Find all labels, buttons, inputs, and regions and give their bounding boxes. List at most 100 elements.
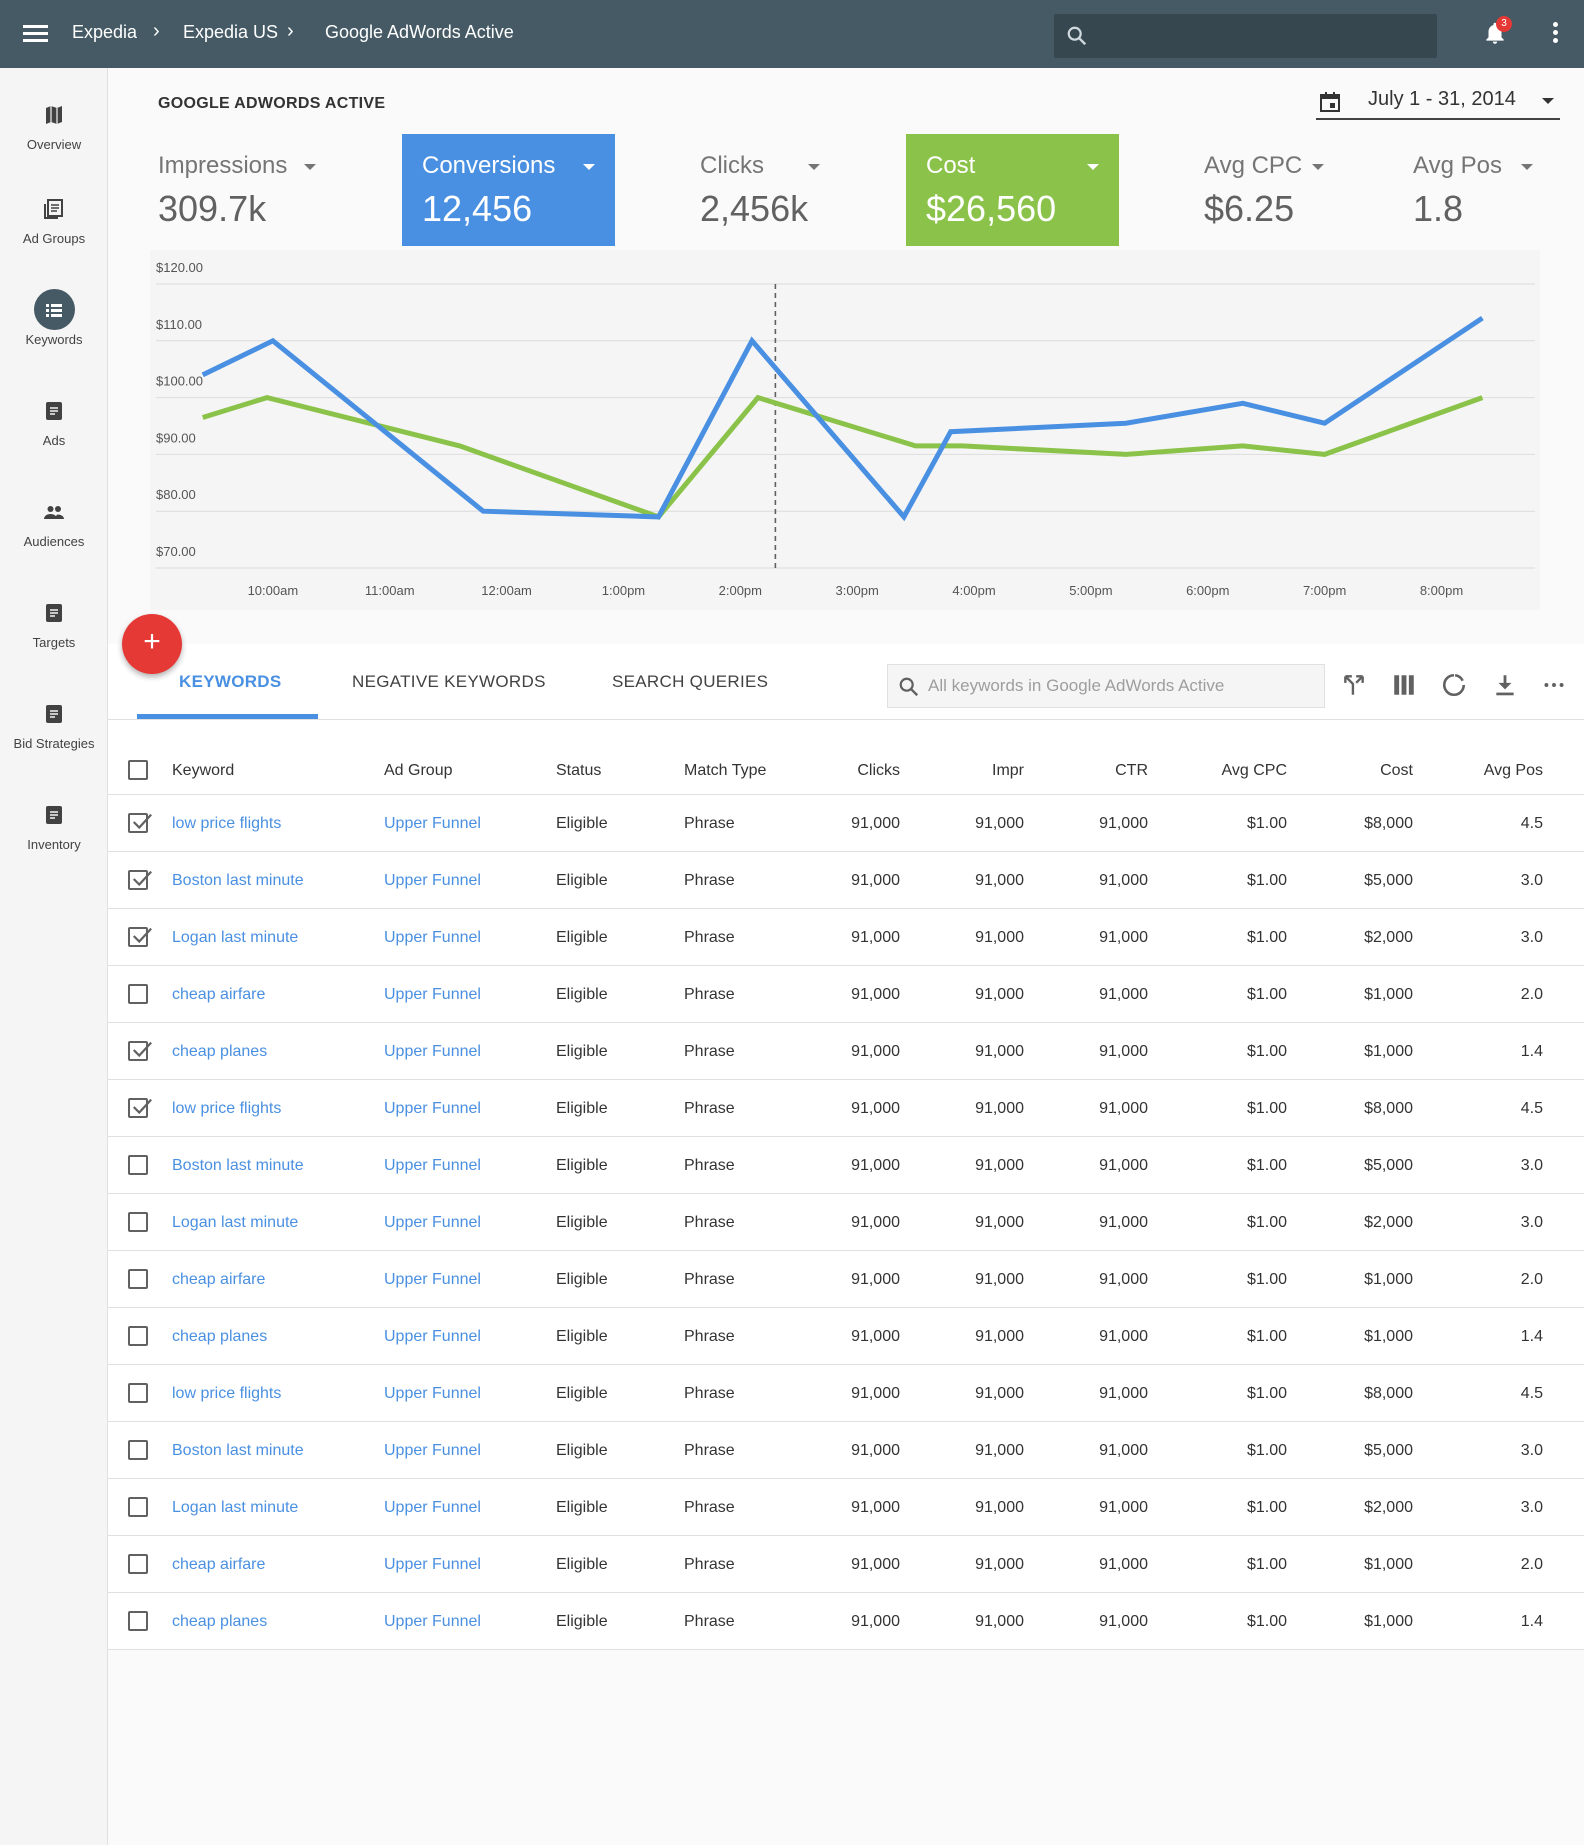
filter-icon[interactable]	[1341, 672, 1367, 698]
ad-group-link[interactable]: Upper Funnel	[384, 1328, 481, 1346]
sidebar-item-overview[interactable]: Overview	[0, 103, 108, 193]
tab-search-queries[interactable]: SEARCH QUERIES	[612, 672, 768, 692]
keyword-link[interactable]: cheap planes	[172, 1043, 267, 1061]
table-row[interactable]: cheap airfare Upper Funnel Eligible Phrase 9…	[108, 1251, 1584, 1308]
ad-group-link[interactable]: Upper Funnel	[384, 1043, 481, 1061]
table-row[interactable]: Boston last minute Upper Funnel Eligible Ph…	[108, 852, 1584, 909]
ad-group-link[interactable]: Upper Funnel	[384, 1385, 481, 1403]
sidebar-item-ads[interactable]: Ads	[0, 399, 108, 489]
metric-conversions[interactable]: Conversions 12,456	[402, 134, 615, 246]
keyword-link[interactable]: Logan last minute	[172, 1499, 298, 1517]
sidebar-item-keywords[interactable]: Keywords	[0, 289, 108, 388]
row-checkbox[interactable]	[128, 1269, 148, 1289]
keyword-link[interactable]: low price flights	[172, 1385, 281, 1403]
table-row[interactable]: low price flights Upper Funnel Eligible Phr…	[108, 795, 1584, 852]
row-checkbox[interactable]	[128, 1326, 148, 1346]
sidebar-item-bid-strategies[interactable]: Bid Strategies	[0, 702, 108, 792]
column-header-match-type[interactable]: Match Type	[684, 762, 766, 780]
row-checkbox[interactable]	[128, 927, 152, 947]
ad-group-link[interactable]: Upper Funnel	[384, 1442, 481, 1460]
row-checkbox[interactable]	[128, 1212, 148, 1232]
breadcrumb-item-expedia-us[interactable]: Expedia US	[183, 22, 278, 43]
refresh-icon[interactable]	[1441, 672, 1467, 698]
table-row[interactable]: cheap planes Upper Funnel Eligible Phrase 91…	[108, 1593, 1584, 1650]
column-header-avg-pos[interactable]: Avg Pos	[1484, 762, 1543, 780]
menu-icon[interactable]	[23, 25, 48, 43]
keyword-search-field[interactable]	[887, 664, 1325, 708]
sidebar-item-ad-groups[interactable]: Ad Groups	[0, 197, 108, 287]
keyword-link[interactable]: low price flights	[172, 1100, 281, 1118]
ad-group-link[interactable]: Upper Funnel	[384, 1499, 481, 1517]
table-row[interactable]: cheap planes Upper Funnel Eligible Phrase 91…	[108, 1308, 1584, 1365]
select-all-checkbox[interactable]	[128, 760, 148, 780]
more-horizontal-icon[interactable]	[1541, 672, 1567, 698]
column-header-clicks[interactable]: Clicks	[857, 762, 900, 780]
ad-group-link[interactable]: Upper Funnel	[384, 1613, 481, 1631]
row-checkbox[interactable]	[128, 1440, 148, 1460]
keyword-search-input[interactable]	[928, 673, 1318, 699]
ad-group-link[interactable]: Upper Funnel	[384, 1556, 481, 1574]
table-row[interactable]: Boston last minute Upper Funnel Eligible Ph…	[108, 1137, 1584, 1194]
ad-group-link[interactable]: Upper Funnel	[384, 1157, 481, 1175]
date-range-picker[interactable]: July 1 - 31, 2014	[1316, 84, 1560, 120]
row-checkbox[interactable]	[128, 1497, 148, 1517]
keyword-link[interactable]: Boston last minute	[172, 1442, 304, 1460]
keyword-link[interactable]: Boston last minute	[172, 872, 304, 890]
row-checkbox[interactable]	[128, 1098, 152, 1118]
tab-negative-keywords[interactable]: NEGATIVE KEYWORDS	[352, 672, 546, 692]
metric-avg-pos[interactable]: Avg Pos 1.8	[1393, 134, 1553, 246]
ad-group-link[interactable]: Upper Funnel	[384, 815, 481, 833]
table-row[interactable]: cheap airfare Upper Funnel Eligible Phrase 9…	[108, 966, 1584, 1023]
table-row[interactable]: Logan last minute Upper Funnel Eligible Phr…	[108, 909, 1584, 966]
table-row[interactable]: low price flights Upper Funnel Eligible Phr…	[108, 1365, 1584, 1422]
download-icon[interactable]	[1492, 672, 1518, 698]
column-header-ad-group[interactable]: Ad Group	[384, 762, 452, 780]
keyword-link[interactable]: Logan last minute	[172, 929, 298, 947]
column-header-impr[interactable]: Impr	[992, 762, 1024, 780]
row-checkbox[interactable]	[128, 984, 148, 1004]
ad-group-link[interactable]: Upper Funnel	[384, 1271, 481, 1289]
keyword-link[interactable]: cheap planes	[172, 1613, 267, 1631]
column-header-status[interactable]: Status	[556, 762, 601, 780]
keyword-link[interactable]: Boston last minute	[172, 1157, 304, 1175]
table-row[interactable]: Logan last minute Upper Funnel Eligible Phr…	[108, 1479, 1584, 1536]
ad-group-link[interactable]: Upper Funnel	[384, 1214, 481, 1232]
row-checkbox[interactable]	[128, 1383, 148, 1403]
row-checkbox[interactable]	[128, 813, 152, 833]
breadcrumb-item-expedia[interactable]: Expedia	[72, 22, 137, 43]
columns-icon[interactable]	[1391, 672, 1417, 698]
metric-avg-cpc[interactable]: Avg CPC $6.25	[1184, 134, 1397, 246]
column-header-avg-cpc[interactable]: Avg CPC	[1221, 762, 1287, 780]
keyword-link[interactable]: Logan last minute	[172, 1214, 298, 1232]
row-checkbox[interactable]	[128, 1155, 148, 1175]
ad-group-link[interactable]: Upper Funnel	[384, 986, 481, 1004]
ad-group-link[interactable]: Upper Funnel	[384, 872, 481, 890]
ad-group-link[interactable]: Upper Funnel	[384, 929, 481, 947]
keyword-link[interactable]: cheap airfare	[172, 1556, 265, 1574]
column-header-ctr[interactable]: CTR	[1115, 762, 1148, 780]
ad-group-link[interactable]: Upper Funnel	[384, 1100, 481, 1118]
sidebar-item-targets[interactable]: Targets	[0, 601, 108, 691]
keyword-link[interactable]: cheap airfare	[172, 986, 265, 1004]
column-header-keyword[interactable]: Keyword	[172, 762, 234, 780]
metric-impressions[interactable]: Impressions 309.7k	[138, 134, 351, 246]
table-row[interactable]: cheap airfare Upper Funnel Eligible Phrase 9…	[108, 1536, 1584, 1593]
row-checkbox[interactable]	[128, 870, 152, 890]
row-checkbox[interactable]	[128, 1041, 152, 1061]
metric-cost[interactable]: Cost $26,560	[906, 134, 1119, 246]
sidebar-item-audiences[interactable]: Audiences	[0, 500, 108, 590]
keyword-link[interactable]: cheap airfare	[172, 1271, 265, 1289]
add-fab-button[interactable]: +	[122, 614, 182, 674]
table-row[interactable]: Boston last minute Upper Funnel Eligible Ph…	[108, 1422, 1584, 1479]
keyword-link[interactable]: cheap planes	[172, 1328, 267, 1346]
keyword-link[interactable]: low price flights	[172, 815, 281, 833]
column-header-cost[interactable]: Cost	[1380, 762, 1413, 780]
row-checkbox[interactable]	[128, 1611, 148, 1631]
global-search-input[interactable]	[1054, 14, 1437, 58]
row-checkbox[interactable]	[128, 1554, 148, 1574]
sidebar-item-inventory[interactable]: Inventory	[0, 803, 108, 893]
table-row[interactable]: Logan last minute Upper Funnel Eligible Phr…	[108, 1194, 1584, 1251]
metric-clicks[interactable]: Clicks 2,456k	[680, 134, 893, 246]
table-row[interactable]: low price flights Upper Funnel Eligible Phr…	[108, 1080, 1584, 1137]
table-row[interactable]: cheap planes Upper Funnel Eligible Phrase 91…	[108, 1023, 1584, 1080]
